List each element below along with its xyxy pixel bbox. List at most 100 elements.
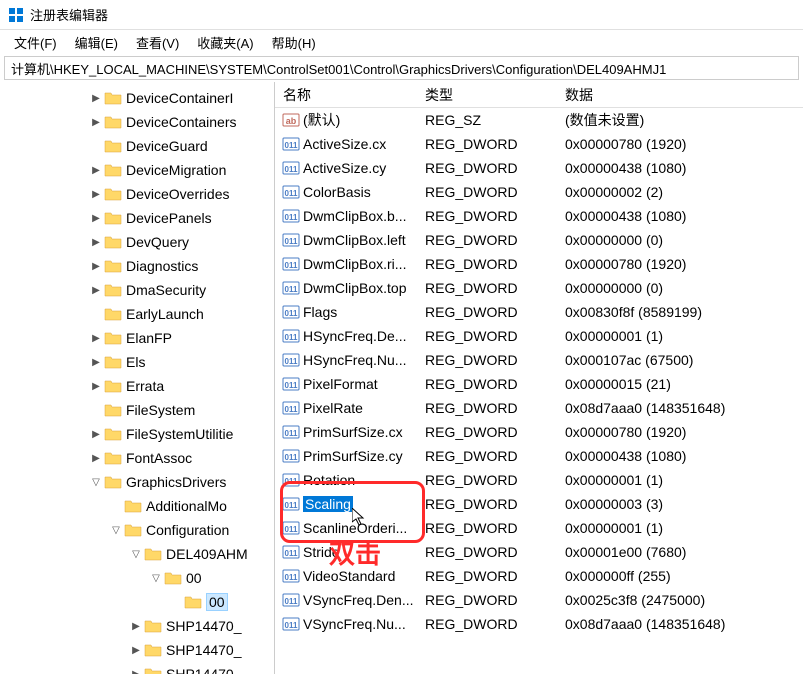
tree-node[interactable]: ▶DeviceContainerI <box>0 86 274 110</box>
value-data: 0x000107ac (67500) <box>565 352 803 368</box>
tree-node[interactable]: ▽ GraphicsDrivers <box>0 470 274 494</box>
tree-node[interactable]: ▶DeviceMigration <box>0 158 274 182</box>
value-data: 0x00000780 (1920) <box>565 256 803 272</box>
chevron-icon[interactable]: ▶ <box>128 669 144 674</box>
svg-text:011: 011 <box>285 333 298 342</box>
svg-text:011: 011 <box>285 189 298 198</box>
tree-node[interactable]: ▶SHP14470_ <box>0 662 274 674</box>
chevron-icon[interactable]: ▶ <box>88 285 104 296</box>
value-row[interactable]: ab(默认)REG_SZ(数值未设置) <box>275 108 803 132</box>
tree-node[interactable]: 00 <box>0 590 274 614</box>
tree-node[interactable]: ▶DeviceOverrides <box>0 182 274 206</box>
tree-node[interactable]: EarlyLaunch <box>0 302 274 326</box>
chevron-icon[interactable]: ▶ <box>88 357 104 368</box>
svg-text:011: 011 <box>285 141 298 150</box>
svg-text:011: 011 <box>285 621 298 630</box>
col-name[interactable]: 名称 <box>275 85 425 105</box>
value-type: REG_SZ <box>425 112 565 128</box>
value-row[interactable]: 011HSyncFreq.Nu...REG_DWORD0x000107ac (6… <box>275 348 803 372</box>
menu-help[interactable]: 帮助(H) <box>266 31 322 54</box>
value-row[interactable]: 011StrideREG_DWORD0x00001e00 (7680) <box>275 540 803 564</box>
chevron-icon[interactable]: ▶ <box>88 165 104 176</box>
value-data: 0x00000000 (0) <box>565 232 803 248</box>
chevron-icon[interactable]: ▶ <box>128 621 144 632</box>
tree-node[interactable]: ▶ElanFP <box>0 326 274 350</box>
col-data[interactable]: 数据 <box>565 85 803 105</box>
menu-edit[interactable]: 编辑(E) <box>69 31 124 54</box>
tree-node[interactable]: ▶DevQuery <box>0 230 274 254</box>
value-type: REG_DWORD <box>425 184 565 200</box>
tree-node[interactable]: ▶ FileSystemUtilitie <box>0 422 274 446</box>
value-type: REG_DWORD <box>425 424 565 440</box>
value-data: 0x00000780 (1920) <box>565 136 803 152</box>
value-row[interactable]: 011PrimSurfSize.cxREG_DWORD0x00000780 (1… <box>275 420 803 444</box>
value-row[interactable]: 011DwmClipBox.topREG_DWORD0x00000000 (0) <box>275 276 803 300</box>
tree-node[interactable]: ▶Els <box>0 350 274 374</box>
tree-node[interactable]: ▶DmaSecurity <box>0 278 274 302</box>
tree-pane[interactable]: ▶DeviceContainerI▶DeviceContainersDevice… <box>0 82 275 674</box>
value-row[interactable]: 011PixelRateREG_DWORD0x08d7aaa0 (1483516… <box>275 396 803 420</box>
tree-label: SHP14470_ <box>166 618 242 634</box>
value-row[interactable]: 011DwmClipBox.ri...REG_DWORD0x00000780 (… <box>275 252 803 276</box>
chevron-icon[interactable]: ▽ <box>128 549 144 560</box>
chevron-icon[interactable]: ▶ <box>88 381 104 392</box>
value-row[interactable]: 011DwmClipBox.b...REG_DWORD0x00000438 (1… <box>275 204 803 228</box>
value-row[interactable]: 011RotationREG_DWORD0x00000001 (1) <box>275 468 803 492</box>
menu-view[interactable]: 查看(V) <box>130 31 185 54</box>
value-row[interactable]: 011ActiveSize.cyREG_DWORD0x00000438 (108… <box>275 156 803 180</box>
chevron-icon[interactable]: ▽ <box>88 477 104 488</box>
value-row[interactable]: 011VSyncFreq.Den...REG_DWORD0x0025c3f8 (… <box>275 588 803 612</box>
tree-node[interactable]: ▽00 <box>0 566 274 590</box>
value-data: 0x00000002 (2) <box>565 184 803 200</box>
chevron-icon[interactable]: ▶ <box>88 453 104 464</box>
value-icon: 011 <box>279 615 303 633</box>
tree-node[interactable]: ▶Errata <box>0 374 274 398</box>
tree-node[interactable]: ▶DeviceContainers <box>0 110 274 134</box>
tree-node[interactable]: AdditionalMo <box>0 494 274 518</box>
value-row[interactable]: 011HSyncFreq.De...REG_DWORD0x00000001 (1… <box>275 324 803 348</box>
menu-favorites[interactable]: 收藏夹(A) <box>191 31 259 54</box>
value-row[interactable]: 011PrimSurfSize.cyREG_DWORD0x00000438 (1… <box>275 444 803 468</box>
value-row[interactable]: 011FlagsREG_DWORD0x00830f8f (8589199) <box>275 300 803 324</box>
value-name: DwmClipBox.b... <box>303 208 425 224</box>
chevron-icon[interactable]: ▶ <box>88 261 104 272</box>
tree-node[interactable]: ▶Diagnostics <box>0 254 274 278</box>
values-pane[interactable]: 名称 类型 数据 ab(默认)REG_SZ(数值未设置)011ActiveSiz… <box>275 82 803 674</box>
value-icon: 011 <box>279 423 303 441</box>
chevron-icon[interactable]: ▽ <box>148 573 164 584</box>
address-bar[interactable]: 计算机\HKEY_LOCAL_MACHINE\SYSTEM\ControlSet… <box>4 56 799 80</box>
col-type[interactable]: 类型 <box>425 85 565 105</box>
chevron-icon[interactable]: ▶ <box>88 429 104 440</box>
value-row[interactable]: 011ActiveSize.cxREG_DWORD0x00000780 (192… <box>275 132 803 156</box>
chevron-icon[interactable]: ▶ <box>88 117 104 128</box>
chevron-icon[interactable]: ▶ <box>88 189 104 200</box>
value-row[interactable]: 011ScanlineOrderi...REG_DWORD0x00000001 … <box>275 516 803 540</box>
value-row[interactable]: 011DwmClipBox.leftREG_DWORD0x00000000 (0… <box>275 228 803 252</box>
tree-node[interactable]: FileSystem <box>0 398 274 422</box>
tree-node[interactable]: ▽Configuration <box>0 518 274 542</box>
value-type: REG_DWORD <box>425 496 565 512</box>
chevron-icon[interactable]: ▶ <box>88 333 104 344</box>
value-row[interactable]: 011ColorBasisREG_DWORD0x00000002 (2) <box>275 180 803 204</box>
chevron-icon[interactable]: ▶ <box>88 237 104 248</box>
tree-node[interactable]: ▶FontAssoc <box>0 446 274 470</box>
chevron-icon[interactable]: ▶ <box>88 213 104 224</box>
value-type: REG_DWORD <box>425 520 565 536</box>
value-row[interactable]: 011PixelFormatREG_DWORD0x00000015 (21) <box>275 372 803 396</box>
tree-node[interactable]: ▶DevicePanels <box>0 206 274 230</box>
chevron-icon[interactable]: ▶ <box>88 93 104 104</box>
value-row[interactable]: 011VSyncFreq.Nu...REG_DWORD0x08d7aaa0 (1… <box>275 612 803 636</box>
tree-node[interactable]: ▶ SHP14470_ <box>0 614 274 638</box>
tree-label: GraphicsDrivers <box>126 474 226 490</box>
tree-label: FileSystemUtilitie <box>126 426 233 442</box>
menu-file[interactable]: 文件(F) <box>8 31 63 54</box>
chevron-icon[interactable]: ▶ <box>128 645 144 656</box>
value-name: DwmClipBox.top <box>303 280 425 296</box>
tree-node[interactable]: ▶SHP14470_ <box>0 638 274 662</box>
value-row[interactable]: 011ScalingREG_DWORD0x00000003 (3) <box>275 492 803 516</box>
value-row[interactable]: 011VideoStandardREG_DWORD0x000000ff (255… <box>275 564 803 588</box>
value-type: REG_DWORD <box>425 304 565 320</box>
tree-node[interactable]: ▽DEL409AHM <box>0 542 274 566</box>
chevron-icon[interactable]: ▽ <box>108 525 124 536</box>
tree-node[interactable]: DeviceGuard <box>0 134 274 158</box>
